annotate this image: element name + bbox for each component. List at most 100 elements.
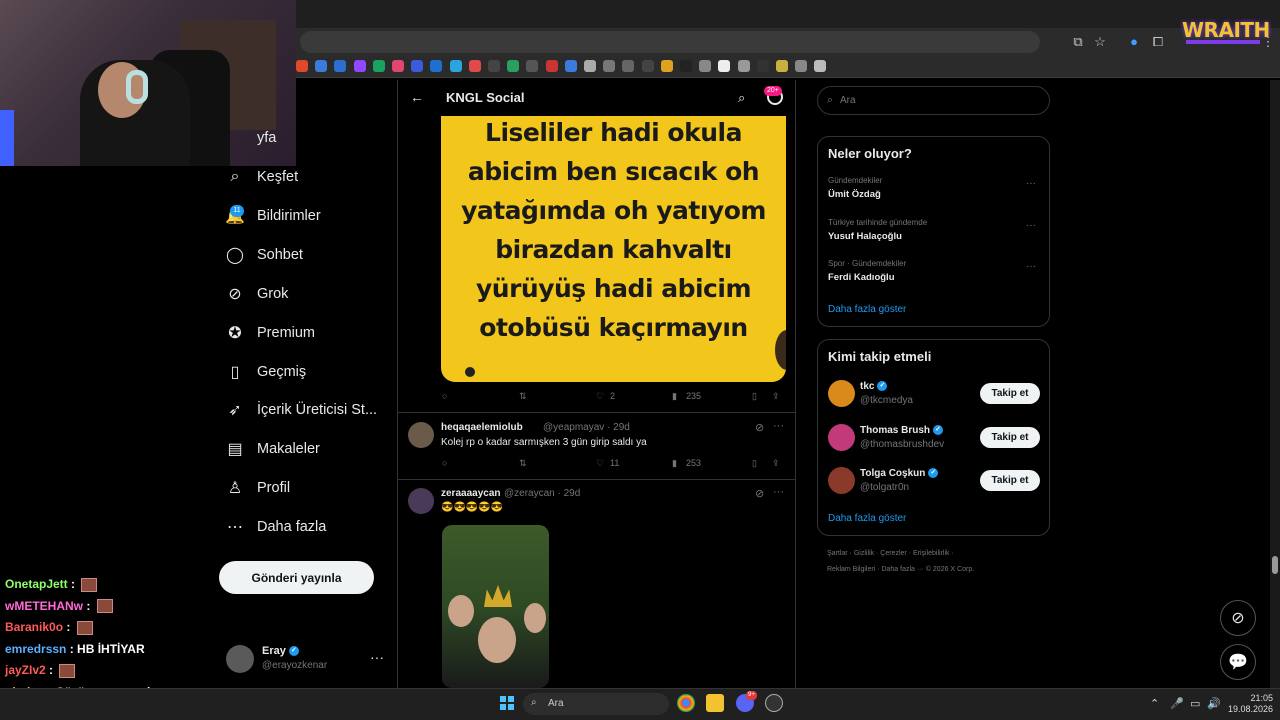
nav-item-7[interactable]: ➶ İçerik Üreticisi St... [226, 396, 377, 424]
who-to-follow-show-more[interactable]: Daha fazla göster [828, 513, 906, 524]
bookmark-favicon-icon[interactable] [449, 60, 462, 72]
bookmark-favicon-icon[interactable] [622, 60, 635, 72]
bookmark-favicon-icon[interactable] [718, 60, 731, 72]
app-icon[interactable] [765, 694, 783, 712]
nav-item-8[interactable]: ▤ Makaleler [226, 435, 319, 463]
meme-text-line: birazdan kahvaltı [495, 235, 732, 264]
bookmark-favicon-icon[interactable] [737, 60, 750, 72]
grok-icon[interactable]: ⊘ [755, 421, 764, 434]
follow-button[interactable]: Takip et [980, 470, 1040, 491]
footer-links[interactable]: Şartlar · Gizlilik · Çerezler · Erişileb… [827, 550, 954, 557]
file-explorer-icon[interactable] [706, 694, 724, 712]
article-icon: ▤ [227, 441, 243, 459]
taskbar-search[interactable]: ⌕ Ara [523, 693, 669, 715]
bookmark-favicon-icon[interactable] [756, 60, 769, 72]
post-photo[interactable] [442, 525, 549, 688]
messages-fab-icon[interactable]: 💬 [1220, 644, 1256, 680]
post-actions: ○ ⇅ ♡ 2 ▮ 235 ▯ ⇪ [442, 391, 782, 405]
microphone-icon[interactable]: 🎤 [1170, 697, 1184, 710]
bookmark-favicon-icon[interactable] [795, 60, 808, 72]
discord-badge: 9+ [746, 691, 757, 700]
trends-title: Neler oluyor? [828, 146, 912, 161]
system-clock[interactable]: 21:05 19.08.2026 [1228, 693, 1273, 715]
nav-item-6[interactable]: ▯ Geçmiş [226, 358, 307, 386]
repost-icon[interactable]: ⇅ [519, 391, 527, 402]
share-icon[interactable]: ⇪ [772, 458, 780, 469]
more-icon[interactable]: ··· [370, 649, 384, 665]
nav-item-5[interactable]: ✪ Premium [226, 319, 315, 347]
star-icon[interactable]: ☆ [1092, 34, 1108, 50]
bookmark-favicon-icon[interactable] [699, 60, 712, 72]
bookmark-favicon-icon[interactable] [468, 60, 481, 72]
nav-item-10[interactable]: ⋯ Daha fazla [226, 513, 326, 541]
puzzle-icon[interactable]: ⧠ [1150, 34, 1166, 50]
post-button[interactable]: Gönderi yayınla [219, 561, 374, 594]
bookmark-favicon-icon[interactable] [584, 60, 596, 72]
nav-item-1[interactable]: ⌕ Keşfet [226, 163, 299, 191]
bookmark-favicon-icon[interactable] [392, 60, 404, 72]
scrollbar[interactable] [1270, 80, 1280, 688]
more-icon[interactable]: ··· [1026, 178, 1036, 189]
install-icon[interactable]: ⧉ [1070, 34, 1086, 50]
scrollbar-thumb[interactable] [1272, 556, 1278, 574]
bookmark-favicon-icon[interactable] [315, 60, 328, 72]
grok-icon[interactable]: ⊘ [755, 487, 764, 500]
share-icon[interactable]: ⇪ [772, 391, 780, 402]
bookmark-favicon-icon[interactable] [564, 60, 577, 72]
network-icon[interactable]: ▭ [1190, 697, 1200, 710]
bookmark-favicon-icon[interactable] [296, 60, 308, 72]
bookmark-favicon-icon[interactable] [545, 60, 558, 72]
follow-button[interactable]: Takip et [980, 426, 1040, 448]
more-icon[interactable]: ··· [773, 486, 784, 498]
bookmark-favicon-icon[interactable] [334, 60, 347, 72]
bookmark-favicon-icon[interactable] [430, 60, 443, 72]
back-arrow-icon[interactable]: ← [410, 89, 424, 105]
trends-show-more[interactable]: Daha fazla göster [828, 304, 906, 315]
avatar [408, 422, 434, 448]
like-icon[interactable]: ♡ [596, 458, 604, 469]
follow-button[interactable]: Takip et [980, 383, 1040, 404]
views-icon[interactable]: ▮ [672, 458, 677, 469]
post-image[interactable]: Liseliler hadi okula abicim ben sıcacık o… [441, 116, 786, 382]
bookmark-favicon-icon[interactable] [603, 60, 616, 72]
repost-icon[interactable]: ⇅ [519, 458, 527, 469]
nav-item-4[interactable]: ⊘ Grok [226, 280, 288, 308]
bookmark-favicon-icon[interactable] [411, 60, 424, 72]
like-icon[interactable]: ♡ [596, 391, 604, 402]
bookmark-favicon-icon[interactable] [680, 60, 692, 72]
nav-home[interactable]: yfa [257, 124, 276, 152]
bookmark-favicon-icon[interactable] [814, 60, 827, 72]
chrome-icon[interactable] [677, 694, 695, 712]
grok-fab-icon[interactable]: ⊘ [1220, 600, 1256, 636]
nav-item-9[interactable]: ♙ Profil [226, 474, 290, 502]
footer-links-2[interactable]: Reklam Bilgileri · Daha fazla ··· © 2026… [827, 566, 974, 573]
chevron-up-icon[interactable]: ⌃ [1150, 697, 1159, 710]
extension-icon[interactable]: ● [1126, 34, 1142, 50]
address-bar[interactable] [300, 31, 1040, 53]
reply-icon[interactable]: ○ [442, 391, 447, 401]
bookmark-favicon-icon[interactable] [660, 60, 673, 72]
bookmark-icon[interactable]: ▯ [752, 458, 757, 469]
views-icon[interactable]: ▮ [672, 391, 677, 402]
bookmark-favicon-icon[interactable] [353, 60, 366, 72]
volume-icon[interactable]: 🔊 [1207, 697, 1221, 710]
bookmark-favicon-icon[interactable] [372, 60, 385, 72]
bookmark-favicon-icon[interactable] [641, 60, 654, 72]
bookmark-favicon-icon[interactable] [507, 60, 520, 72]
more-icon[interactable]: ··· [773, 420, 784, 432]
more-icon[interactable]: ··· [1026, 261, 1036, 272]
windows-start-icon[interactable] [500, 696, 514, 710]
chat-text: HB İHTİYAR [77, 641, 145, 656]
bookmark-favicon-icon[interactable] [488, 60, 500, 72]
bookmark-favicon-icon[interactable] [526, 60, 539, 72]
search-input[interactable]: ⌕ Ara [817, 86, 1050, 115]
more-icon[interactable]: ··· [1026, 220, 1036, 231]
nav-item-3[interactable]: ◯ Sohbet [226, 241, 303, 269]
chat-separator: : [67, 577, 79, 591]
community-header: ← KNGL Social ⌕ 20+ [398, 80, 795, 116]
reply-icon[interactable]: ○ [442, 458, 447, 468]
account-switcher[interactable]: Eray ✓ @erayozkenar ··· [226, 644, 386, 674]
bookmark-icon[interactable]: ▯ [752, 391, 757, 402]
search-icon[interactable]: ⌕ [738, 90, 745, 106]
bookmark-favicon-icon[interactable] [776, 60, 788, 72]
